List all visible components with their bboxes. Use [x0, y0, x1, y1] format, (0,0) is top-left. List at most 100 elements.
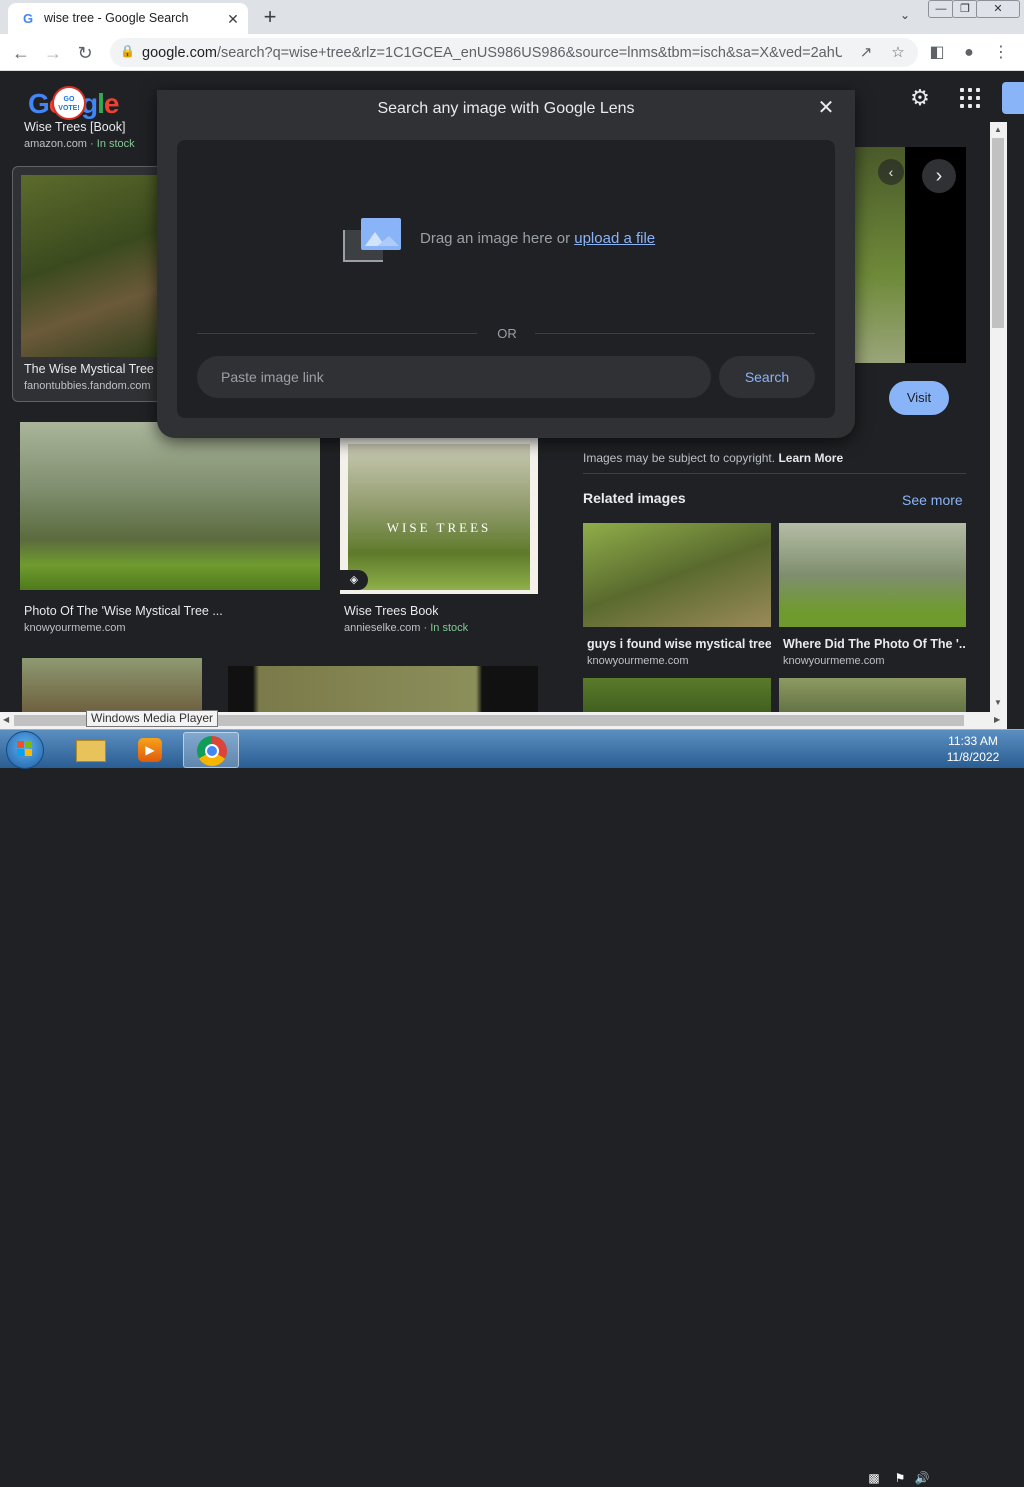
sign-in-button[interactable]: [1002, 82, 1024, 114]
go-vote-badge[interactable]: GO VOTE!: [52, 86, 86, 120]
drag-image-instruction: Drag an image here or upload a file: [420, 230, 655, 247]
visit-button[interactable]: Visit: [889, 381, 949, 415]
taskbar-tooltip: Windows Media Player: [86, 710, 219, 727]
forward-arrow-icon[interactable]: →: [40, 40, 66, 66]
restore-button[interactable]: ❐: [952, 0, 978, 18]
image-upload-icon: [343, 216, 403, 266]
clock-date: 11/8/2022: [946, 750, 1000, 764]
divider: [197, 333, 477, 334]
lens-dialog-title: Search any image with Google Lens: [377, 100, 635, 117]
related-source: knowyourmeme.com: [587, 655, 689, 667]
scroll-down-arrow-icon[interactable]: ▼: [994, 698, 1002, 707]
result-source: annieselke.com · In stock: [344, 622, 469, 634]
chrome-menu-icon[interactable]: ⋮: [990, 42, 1012, 64]
tab-strip: G wise tree - Google Search ✕ + ⌄ — ❐ ✕: [0, 0, 1024, 34]
result-source: amazon.com · In stock: [24, 138, 135, 150]
vertical-scroll-thumb[interactable]: [992, 138, 1004, 328]
settings-gear-icon[interactable]: ⚙: [908, 86, 932, 110]
action-center-flag-icon[interactable]: ⚑: [892, 1471, 908, 1487]
browser-toolbar: ← → ↻ 🔒 google.com/search?q=wise+tree&rl…: [0, 34, 1024, 71]
in-stock-label: In stock: [430, 622, 469, 634]
result-title[interactable]: Wise Trees [Book]: [24, 120, 154, 134]
related-images-heading: Related images: [583, 490, 686, 506]
bookmark-star-icon[interactable]: ☆: [888, 43, 908, 63]
prev-chevron-icon[interactable]: ‹: [878, 159, 904, 185]
scroll-left-arrow-icon[interactable]: ◀: [3, 715, 9, 724]
result-title[interactable]: Wise Trees Book: [344, 604, 438, 618]
close-tab-icon[interactable]: ✕: [224, 10, 242, 28]
or-separator: OR: [497, 326, 517, 341]
vertical-scrollbar[interactable]: ▲ ▼: [990, 122, 1007, 712]
chrome-icon: [197, 736, 227, 766]
lock-icon[interactable]: 🔒: [120, 44, 135, 60]
related-title[interactable]: guys i found wise mystical tree...: [587, 637, 771, 651]
new-tab-button[interactable]: +: [258, 6, 282, 30]
file-explorer-taskbar-button[interactable]: [62, 732, 118, 768]
browser-tab[interactable]: G wise tree - Google Search ✕: [8, 3, 248, 34]
logo-letter: l: [97, 88, 105, 119]
related-source: knowyourmeme.com: [783, 655, 885, 667]
divider: [583, 473, 966, 474]
book-cover-title: WISE TREES: [386, 520, 492, 535]
result-image[interactable]: WISE TREES: [340, 438, 538, 594]
volume-icon[interactable]: 🔊: [914, 1471, 930, 1487]
result-image[interactable]: [20, 422, 320, 590]
upload-file-link[interactable]: upload a file: [574, 230, 655, 247]
result-source-domain: amazon.com: [24, 138, 87, 150]
media-player-icon: ▶: [138, 738, 162, 762]
profile-avatar-icon[interactable]: ●: [958, 42, 980, 64]
url-path: /search?q=wise+tree&rlz=1C1GCEA_enUS986U…: [216, 45, 842, 61]
next-chevron-icon[interactable]: ›: [922, 159, 956, 193]
address-bar[interactable]: 🔒 google.com/search?q=wise+tree&rlz=1C1G…: [110, 38, 918, 67]
learn-more-link[interactable]: Learn More: [778, 451, 843, 465]
result-source-domain: annieselke.com: [344, 622, 421, 634]
related-image[interactable]: [583, 523, 771, 627]
windows-taskbar: ▶ ▩ ⚑ 🔊: [0, 729, 1024, 1485]
folder-icon: [76, 740, 106, 762]
related-image[interactable]: [583, 678, 771, 712]
share-icon[interactable]: ↗: [856, 43, 876, 63]
scroll-up-arrow-icon[interactable]: ▲: [994, 125, 1002, 134]
paste-image-link-input[interactable]: [197, 356, 711, 398]
logo-letter: e: [103, 88, 120, 119]
google-apps-grid-icon[interactable]: [958, 86, 982, 110]
close-window-button[interactable]: ✕: [976, 0, 1020, 18]
system-clock[interactable]: 11:33 AM 11/8/2022: [938, 733, 1008, 765]
minimize-button[interactable]: —: [928, 0, 954, 18]
related-image[interactable]: [779, 678, 966, 712]
related-title[interactable]: Where Did The Photo Of The '...: [783, 637, 965, 651]
drag-text: Drag an image here or: [420, 230, 575, 247]
reload-icon[interactable]: ↻: [72, 40, 98, 66]
google-favicon-icon: G: [22, 11, 34, 26]
result-title[interactable]: The Wise Mystical Tree |: [24, 362, 169, 376]
windows-logo-icon: [17, 741, 33, 757]
copyright-notice: Images may be subject to copyright. Lear…: [583, 451, 843, 465]
clock-time: 11:33 AM: [948, 734, 998, 748]
network-icon[interactable]: ▩: [866, 1471, 882, 1487]
side-panel-icon[interactable]: ◧: [926, 42, 948, 64]
image-drop-zone[interactable]: Drag an image here or upload a file OR S…: [177, 140, 835, 418]
google-lens-dialog: Search any image with Google Lens ✕ Drag…: [157, 90, 855, 438]
scroll-right-arrow-icon[interactable]: ▶: [994, 715, 1000, 724]
media-player-taskbar-button[interactable]: ▶: [122, 732, 178, 768]
result-image[interactable]: [21, 175, 161, 357]
chrome-taskbar-button[interactable]: [183, 732, 239, 768]
related-image[interactable]: [779, 523, 966, 627]
url-text[interactable]: google.com/search?q=wise+tree&rlz=1C1GCE…: [142, 45, 842, 61]
in-stock-label: In stock: [96, 138, 135, 150]
close-icon[interactable]: ✕: [815, 97, 837, 119]
result-source: fanontubbies.fandom.com: [24, 380, 151, 392]
divider: [535, 333, 815, 334]
tab-search-chevron-icon[interactable]: ⌄: [896, 8, 914, 26]
search-button[interactable]: Search: [719, 356, 815, 398]
see-more-link[interactable]: See more: [902, 492, 963, 508]
logo-letter: G: [28, 88, 50, 119]
result-card-selected[interactable]: The Wise Mystical Tree | fanontubbies.fa…: [12, 166, 172, 402]
result-title[interactable]: Photo Of The 'Wise Mystical Tree ...: [24, 604, 234, 618]
back-arrow-icon[interactable]: ←: [8, 40, 34, 66]
shopping-tag-icon: ◈: [340, 570, 368, 590]
result-image[interactable]: [228, 666, 538, 712]
url-host: google.com: [142, 45, 217, 61]
start-button[interactable]: [6, 731, 44, 769]
result-image[interactable]: [22, 658, 202, 712]
